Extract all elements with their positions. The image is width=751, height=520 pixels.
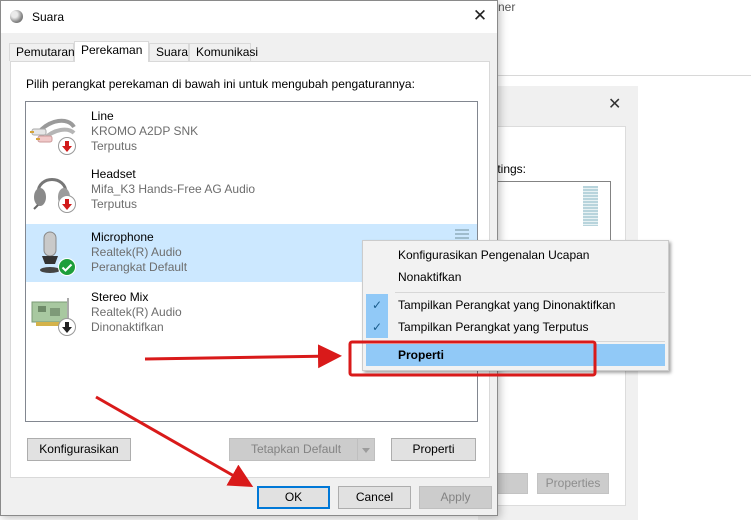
device-item-line[interactable]: Line KROMO A2DP SNK Terputus (26, 103, 477, 161)
device-status: Dinonaktifkan (91, 320, 164, 334)
device-subtitle: Mifa_K3 Hands-Free AG Audio (91, 182, 256, 196)
chevron-down-icon (362, 448, 370, 453)
menu-item-show-disabled[interactable]: Tampilkan Perangkat yang Dinonaktifkan (366, 294, 665, 316)
menu-separator (395, 341, 665, 342)
device-status: Terputus (91, 139, 138, 153)
menu-item-configure-speech[interactable]: Konfigurasikan Pengenalan Ucapan (366, 244, 665, 266)
ok-button[interactable]: OK (257, 486, 330, 509)
background-level-meter (583, 186, 598, 226)
apply-button[interactable]: Apply (419, 486, 492, 509)
disconnected-arrow-icon (58, 137, 76, 155)
configure-button[interactable]: Konfigurasikan (27, 438, 131, 461)
menu-item-disable[interactable]: Nonaktifkan (366, 266, 665, 288)
set-default-dropdown[interactable] (357, 438, 375, 461)
tab-suara[interactable]: Suara (149, 43, 189, 61)
default-check-icon (58, 258, 76, 276)
set-default-button[interactable]: Tetapkan Default (229, 438, 358, 461)
background-settings-label: ttings: (494, 162, 527, 176)
menu-item-show-disconnected[interactable]: Tampilkan Perangkat yang Terputus (366, 316, 665, 338)
background-properties-button: Properties (537, 473, 609, 494)
instruction-text: Pilih perangkat perekaman di bawah ini u… (26, 77, 415, 91)
dialog-title: Suara (32, 10, 65, 24)
context-menu: Konfigurasikan Pengenalan Ucapan Nonakti… (362, 240, 669, 371)
device-name: Headset (91, 167, 136, 181)
properties-button[interactable]: Properti (391, 438, 476, 461)
device-status: Terputus (91, 197, 138, 211)
menu-separator (395, 292, 665, 293)
device-name: Stereo Mix (91, 290, 149, 304)
disconnected-arrow-icon (58, 195, 76, 213)
background-window-title: ner (498, 0, 516, 14)
device-status: Perangkat Default (91, 260, 188, 274)
tab-perekaman[interactable]: Perekaman (74, 41, 149, 62)
tab-pemutaran[interactable]: Pemutaran (9, 43, 75, 61)
disabled-arrow-icon (58, 318, 76, 336)
cancel-button[interactable]: Cancel (338, 486, 411, 509)
menu-item-properties[interactable]: Properti (366, 344, 665, 366)
tab-komunikasi[interactable]: Komunikasi (189, 43, 258, 61)
device-name: Line (91, 109, 114, 123)
device-subtitle: Realtek(R) Audio (91, 245, 182, 259)
close-icon[interactable]: ✕ (463, 1, 497, 33)
device-item-headset[interactable]: Headset Mifa_K3 Hands-Free AG Audio Terp… (26, 161, 477, 219)
device-subtitle: KROMO A2DP SNK (91, 124, 199, 138)
background-window: ner (495, 0, 751, 76)
speaker-app-icon (10, 10, 23, 23)
device-subtitle: Realtek(R) Audio (91, 305, 182, 319)
title-bar: Suara ✕ (1, 1, 497, 33)
background-close-icon[interactable]: ✕ (608, 94, 621, 114)
device-name: Microphone (91, 230, 154, 244)
